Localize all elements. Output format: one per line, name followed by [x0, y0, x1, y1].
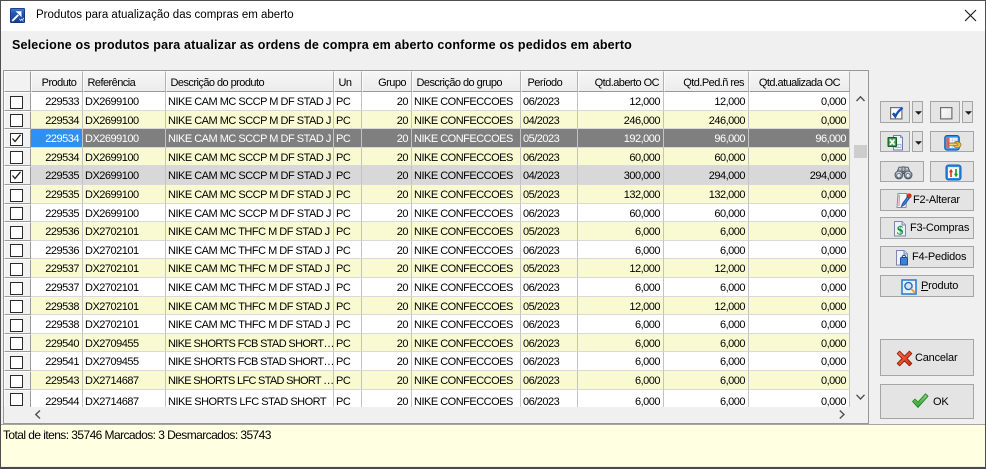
svg-text:$: $: [897, 223, 904, 238]
